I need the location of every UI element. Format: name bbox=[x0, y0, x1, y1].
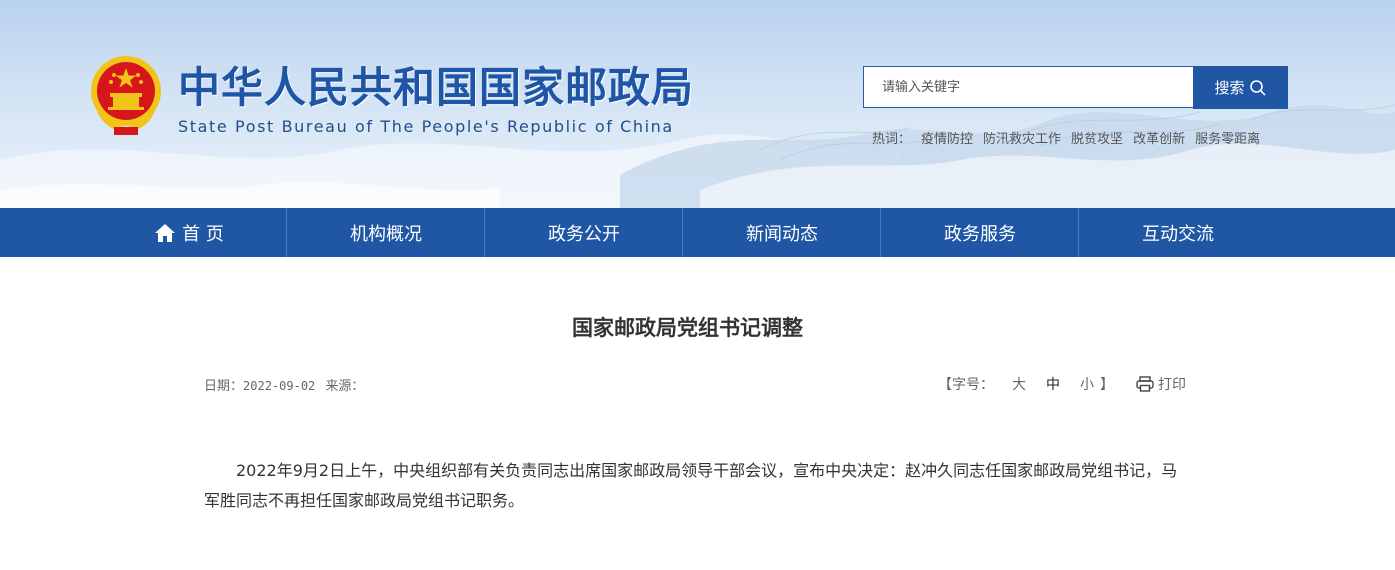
nav-item-label: 首 页 bbox=[182, 223, 224, 245]
search-icon bbox=[1249, 79, 1266, 96]
national-emblem bbox=[88, 55, 164, 137]
nav-item-label: 政务公开 bbox=[548, 223, 620, 245]
hot-word-link[interactable]: 疫情防控 bbox=[921, 128, 973, 147]
nav-item-about[interactable]: 机构概况 bbox=[287, 208, 485, 257]
nav-item-home[interactable]: 首 页 bbox=[90, 208, 288, 257]
font-size-suffix: 】 bbox=[1100, 377, 1114, 393]
hot-word-link[interactable]: 改革创新 bbox=[1133, 128, 1185, 147]
font-size-prefix: 【字号： bbox=[938, 377, 994, 393]
nav-item-interaction[interactable]: 互动交流 bbox=[1079, 208, 1277, 257]
hot-words-label: 热词： bbox=[872, 132, 912, 147]
hot-word-link[interactable]: 防汛救灾工作 bbox=[983, 128, 1061, 147]
home-icon bbox=[155, 223, 176, 242]
hot-words: 热词： 疫情防控 防汛救灾工作 脱贫攻坚 改革创新 服务零距离 bbox=[872, 128, 1260, 147]
font-size-large-link[interactable]: 大 bbox=[1012, 374, 1026, 394]
nav-item-label: 互动交流 bbox=[1142, 223, 1214, 245]
nav-item-services[interactable]: 政务服务 bbox=[881, 208, 1079, 257]
nav-item-gov-affairs[interactable]: 政务公开 bbox=[485, 208, 683, 257]
print-button[interactable]: 打印 bbox=[1136, 374, 1186, 394]
font-size-medium-link[interactable]: 中 bbox=[1046, 374, 1060, 394]
main-nav: 首 页 机构概况 政务公开 新闻动态 政务服务 互动交流 bbox=[0, 208, 1395, 257]
site-title: 中华人民共和国国家邮政局 bbox=[178, 63, 695, 112]
date-label: 日期： bbox=[204, 379, 244, 394]
print-label: 打印 bbox=[1158, 377, 1186, 393]
nav-item-label: 机构概况 bbox=[350, 223, 422, 245]
source-label: 来源： bbox=[325, 379, 365, 394]
printer-icon bbox=[1136, 376, 1154, 392]
font-size-small-link[interactable]: 小 bbox=[1080, 374, 1094, 394]
nav-item-label: 政务服务 bbox=[944, 223, 1016, 245]
article-tools: 【字号： 大 中 小 】 打印 bbox=[938, 374, 1186, 394]
hot-word-link[interactable]: 服务零距离 bbox=[1195, 128, 1260, 147]
nav-item-label: 新闻动态 bbox=[746, 223, 818, 245]
search-button[interactable]: 搜索 bbox=[1193, 66, 1288, 109]
site-subtitle: State Post Bureau of The People's Republ… bbox=[178, 117, 674, 136]
search-input[interactable] bbox=[863, 66, 1193, 108]
article-title: 国家邮政局党组书记调整 bbox=[572, 316, 803, 340]
article-meta: 日期：2022-09-02 来源： bbox=[204, 375, 364, 394]
site-header: 中华人民共和国国家邮政局 State Post Bureau of The Pe… bbox=[0, 0, 1395, 208]
nav-item-news[interactable]: 新闻动态 bbox=[683, 208, 881, 257]
search-button-label: 搜索 bbox=[1214, 79, 1245, 97]
article-body: 2022年9月2日上午，中央组织部有关负责同志出席国家邮政局领导干部会议，宣布中… bbox=[204, 461, 1178, 510]
hot-word-link[interactable]: 脱贫攻坚 bbox=[1071, 128, 1123, 147]
publish-date: 2022-09-02 bbox=[243, 379, 316, 393]
